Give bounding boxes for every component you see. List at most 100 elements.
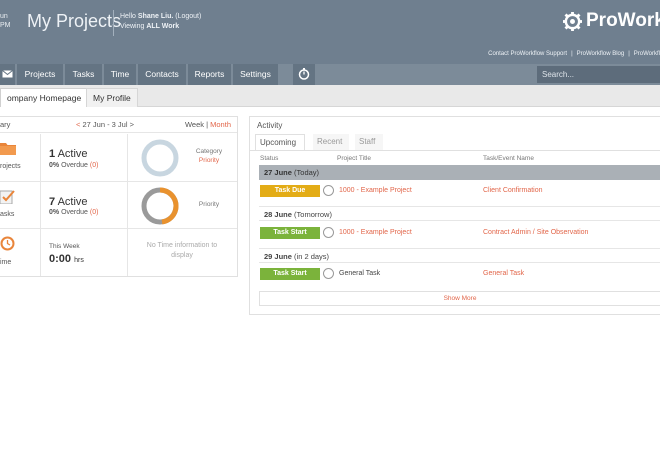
- blog-link[interactable]: ProWorkflow Blog: [577, 51, 625, 57]
- divider: [40, 134, 41, 276]
- clock-icon[interactable]: [0, 236, 15, 251]
- column-project-title: Project Title: [337, 155, 371, 162]
- header-links: Contact ProWorkflow Support | ProWorkflow …: [488, 51, 660, 57]
- date-group-header: 27 June (Today): [259, 165, 660, 180]
- task-link[interactable]: Contract Admin / Site Observation: [483, 229, 588, 236]
- tasks-overdue-label: Overdue: [61, 209, 88, 216]
- time-hours: 0:00 hrs: [49, 253, 84, 265]
- next-range-button[interactable]: >: [130, 120, 134, 129]
- summary-panel: ary < 27 Jun - 3 Jul > Week | Month roje…: [0, 116, 238, 277]
- projects-overdue-pct: 0%: [49, 162, 60, 169]
- projects-active-count: 1: [49, 148, 56, 160]
- category-value[interactable]: Priority: [194, 156, 224, 165]
- summary-title: ary: [0, 120, 11, 129]
- group-note: (Tomorrow): [294, 210, 332, 219]
- nav-settings[interactable]: Settings: [233, 64, 279, 85]
- complete-checkbox[interactable]: [323, 268, 334, 279]
- page-title: My Projects: [27, 11, 122, 31]
- main-nav: Projects Tasks Time Contacts Reports Set…: [0, 64, 660, 85]
- divider: [250, 150, 660, 151]
- hours-unit: hrs: [74, 257, 84, 264]
- clock-line-2: PM: [0, 22, 11, 29]
- hours-value: 0:00: [49, 253, 72, 265]
- column-task-name: Task/Event Name: [483, 155, 534, 162]
- tab-recent[interactable]: Recent: [313, 134, 349, 150]
- task-link[interactable]: General Task: [483, 270, 524, 277]
- projects-overdue-count[interactable]: (0): [90, 162, 99, 169]
- brand-logo[interactable]: ProWorkfl: [563, 10, 660, 32]
- projects-ring-chart: [141, 139, 179, 177]
- folder-icon[interactable]: [0, 141, 16, 155]
- prev-range-button[interactable]: <: [76, 120, 80, 129]
- support-link[interactable]: Contact ProWorkflow Support: [488, 51, 567, 57]
- tasks-overdue-count[interactable]: (0): [90, 209, 99, 216]
- divider: [127, 134, 128, 276]
- projects-active: 1 Active: [49, 148, 88, 160]
- more-link[interactable]: ProWorkfl: [634, 51, 660, 57]
- column-status: Status: [260, 155, 279, 162]
- project-link[interactable]: 1000 - Example Project: [339, 187, 412, 194]
- tab-upcoming[interactable]: Upcoming: [255, 134, 305, 150]
- date-group-header: 29 June (in 2 days): [259, 248, 660, 263]
- search-input[interactable]: [537, 66, 660, 83]
- time-link[interactable]: ime: [0, 259, 11, 266]
- clock-line-1: un: [0, 13, 8, 20]
- week-view-button[interactable]: Week: [185, 120, 204, 129]
- category-label: Category: [195, 148, 223, 155]
- nav-tasks[interactable]: Tasks: [65, 64, 103, 85]
- viewing-scope[interactable]: ALL Work: [146, 23, 179, 30]
- projects-overdue: 0% Overdue (0): [49, 162, 98, 169]
- gear-logo-icon: [563, 11, 582, 31]
- sub-tab-bar: ompany Homepage My Profile: [0, 85, 660, 107]
- tasks-overdue: 0% Overdue (0): [49, 209, 98, 216]
- logout-link[interactable]: (Logout): [175, 13, 201, 20]
- view-separator: |: [206, 120, 209, 129]
- projects-link[interactable]: rojects: [0, 163, 21, 170]
- view-toggle: Week | Month: [185, 117, 231, 133]
- tasks-ring-chart: [141, 187, 179, 225]
- complete-checkbox[interactable]: [323, 185, 334, 196]
- hello-prefix: Hello: [120, 13, 136, 20]
- user-name[interactable]: Shane Liu.: [138, 13, 173, 20]
- show-more-button[interactable]: Show More: [259, 291, 660, 306]
- nav-reports[interactable]: Reports: [188, 64, 232, 85]
- projects-overdue-label: Overdue: [61, 162, 88, 169]
- timer-icon[interactable]: [293, 64, 316, 85]
- summary-header: ary < 27 Jun - 3 Jul > Week | Month: [0, 117, 237, 133]
- tab-staff[interactable]: Staff: [355, 134, 383, 150]
- tasks-active-label: Active: [57, 196, 88, 208]
- tasks-category-label: Priority: [198, 201, 220, 208]
- clock-display: un PM: [0, 12, 11, 30]
- activity-title: Activity: [257, 121, 283, 130]
- mail-icon[interactable]: [0, 64, 16, 85]
- viewing-prefix: Viewing: [120, 23, 145, 30]
- status-badge: Task Due: [260, 185, 320, 197]
- date-range-label: 27 Jun - 3 Jul: [82, 120, 128, 129]
- nav-time[interactable]: Time: [104, 64, 137, 85]
- tasks-active-count: 7: [49, 196, 56, 208]
- nav-contacts[interactable]: Contacts: [138, 64, 187, 85]
- group-date: 28 June: [264, 210, 292, 219]
- group-note: (Today): [294, 168, 320, 177]
- tab-my-profile[interactable]: My Profile: [86, 88, 138, 107]
- complete-checkbox[interactable]: [323, 227, 334, 238]
- projects-category: Category Priority: [194, 147, 224, 165]
- time-week-label: This Week: [49, 243, 80, 250]
- link-separator: |: [571, 51, 573, 57]
- no-time-message: No Time information to display: [146, 242, 218, 259]
- month-view-button[interactable]: Month: [210, 120, 231, 129]
- user-greeting: Hello Shane Liu. (Logout) Viewing ALL Wo…: [120, 12, 201, 32]
- project-link[interactable]: General Task: [339, 270, 380, 277]
- tab-company-homepage[interactable]: ompany Homepage: [0, 88, 89, 107]
- status-badge: Task Start: [260, 227, 320, 239]
- status-badge: Task Start: [260, 268, 320, 280]
- tasks-overdue-pct: 0%: [49, 209, 60, 216]
- date-group-header: 28 June (Tomorrow): [259, 206, 660, 221]
- nav-projects[interactable]: Projects: [17, 64, 64, 85]
- project-link[interactable]: 1000 - Example Project: [339, 229, 412, 236]
- tasks-link[interactable]: asks: [0, 211, 14, 218]
- task-link[interactable]: Client Confirmation: [483, 187, 543, 194]
- group-date: 27 June: [264, 168, 292, 177]
- task-checklist-icon[interactable]: [0, 189, 15, 204]
- date-range: < 27 Jun - 3 Jul >: [76, 117, 134, 133]
